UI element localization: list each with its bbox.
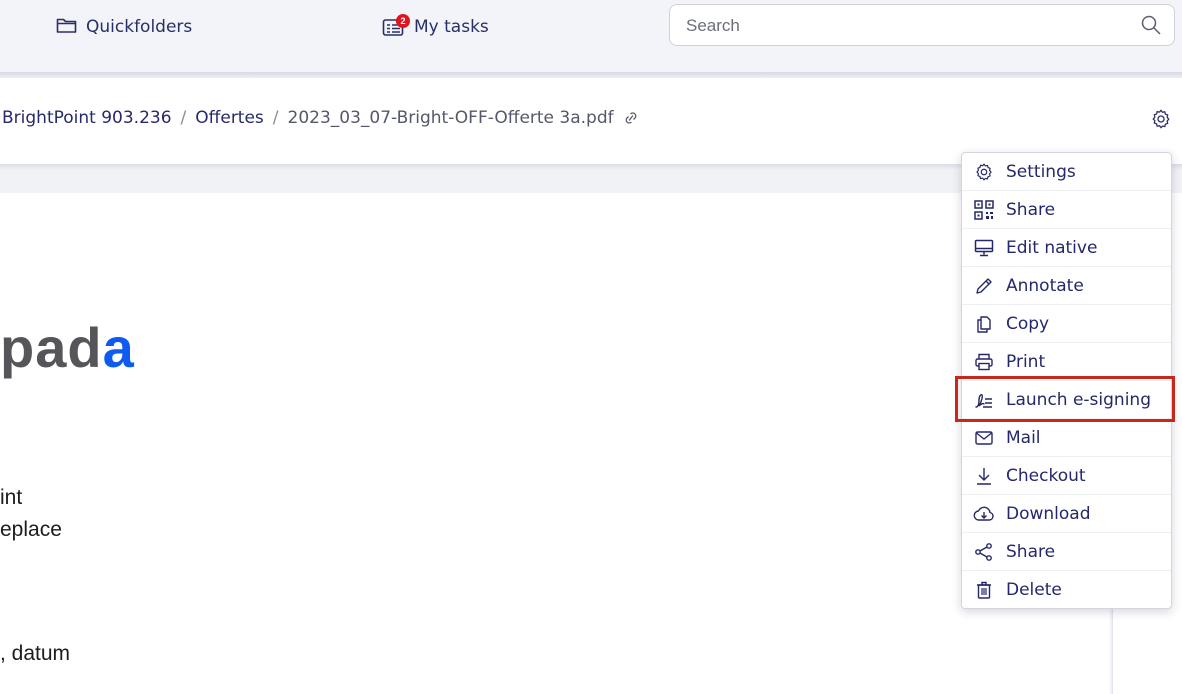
menu-item-label: Edit native [1006, 237, 1098, 258]
document-settings-gear-icon[interactable] [1150, 108, 1172, 134]
menu-item-label: Delete [1006, 580, 1062, 600]
trash-icon [973, 579, 995, 601]
breadcrumb-current-file: 2023_03_07-Bright-OFF-Offerte 3a.pdf [287, 108, 614, 128]
task-count-badge: 2 [396, 14, 410, 28]
menu-item-label: Share [1006, 541, 1056, 562]
menu-item-download[interactable]: Download [962, 495, 1171, 533]
quickfolders-link[interactable]: Quickfolders [56, 14, 192, 40]
qr-code-icon [973, 199, 995, 221]
menu-item-label: Checkout [1006, 465, 1086, 486]
breadcrumb: BrightPoint 903.236 / Offertes / 2023_03… [2, 108, 641, 128]
breadcrumb-separator: / [180, 108, 187, 128]
quickfolders-label: Quickfolders [86, 17, 193, 37]
search-input[interactable] [684, 5, 1128, 47]
document-preview [0, 193, 1110, 694]
my-tasks-label: My tasks [414, 17, 489, 37]
menu-item-print[interactable]: Print [962, 343, 1171, 381]
menu-item-annotate[interactable]: Annotate [962, 267, 1171, 305]
signature-icon [973, 389, 995, 411]
menu-item-delete[interactable]: Delete [962, 571, 1171, 609]
arrow-down-icon [973, 465, 995, 487]
menu-item-label: Launch e-signing [1006, 389, 1151, 410]
share-nodes-icon [973, 541, 995, 563]
pencil-icon [973, 275, 995, 297]
menu-item-copy[interactable]: Copy [962, 305, 1171, 343]
menu-item-label: Annotate [1006, 275, 1084, 296]
menu-item-mail[interactable]: Mail [962, 419, 1171, 457]
search-box [669, 4, 1175, 47]
document-text-line: , datum [0, 642, 71, 665]
document-logo-text: pada [0, 316, 135, 379]
breadcrumb-separator: / [272, 108, 279, 128]
cloud-download-icon [973, 503, 995, 525]
my-tasks-link[interactable]: 2 My tasks [382, 14, 489, 40]
document-text-line: int [0, 486, 23, 509]
menu-item-share-qr[interactable]: Share [962, 191, 1171, 229]
folder-icon [56, 16, 86, 39]
monitor-icon [973, 237, 995, 259]
menu-item-label: Download [1006, 503, 1091, 524]
menu-item-edit-native[interactable]: Edit native [962, 229, 1171, 267]
menu-item-label: Print [1006, 351, 1046, 372]
search-icon[interactable] [1140, 14, 1162, 40]
breadcrumb-item-offertes[interactable]: Offertes [195, 108, 264, 128]
copy-icon [973, 313, 995, 335]
breadcrumb-item-project[interactable]: BrightPoint 903.236 [2, 108, 172, 128]
menu-item-share[interactable]: Share [962, 533, 1171, 571]
menu-item-checkout[interactable]: Checkout [962, 457, 1171, 495]
menu-item-label: Share [1006, 199, 1056, 220]
menu-item-label: Mail [1006, 427, 1041, 448]
gear-icon [973, 161, 995, 183]
menu-item-label: Settings [1006, 161, 1076, 182]
task-list-icon: 2 [382, 14, 410, 37]
link-icon[interactable] [621, 111, 641, 125]
menu-item-settings[interactable]: Settings [962, 153, 1171, 191]
envelope-icon [973, 427, 995, 449]
printer-icon [973, 351, 995, 373]
document-text-line: eplace [0, 518, 62, 541]
document-actions-menu: Settings Share Edit native Annotate Copy… [961, 152, 1172, 609]
menu-item-label: Copy [1006, 313, 1050, 334]
menu-item-launch-e-signing[interactable]: Launch e-signing [962, 381, 1171, 419]
